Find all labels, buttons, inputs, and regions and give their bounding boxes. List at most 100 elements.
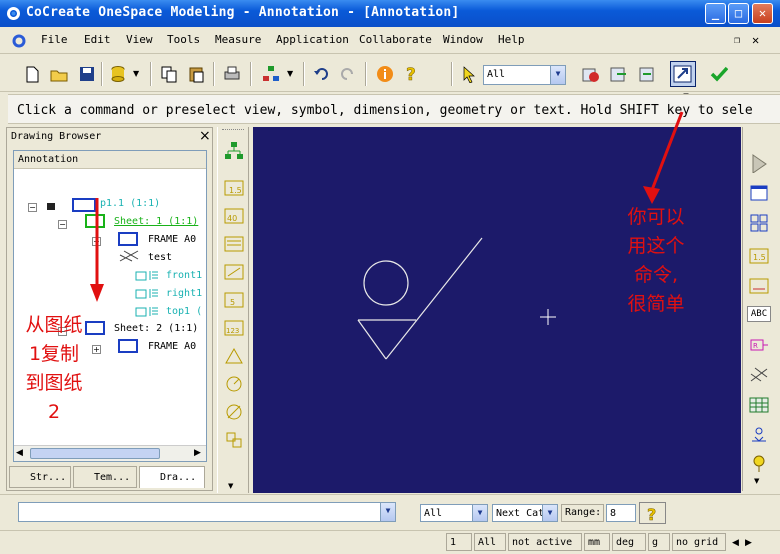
toolbar-more-icon[interactable]: ▼ xyxy=(228,482,233,490)
confirm-check-icon[interactable] xyxy=(710,65,728,83)
menu-view[interactable]: View xyxy=(126,33,153,46)
tab-structure[interactable]: Str... xyxy=(9,466,71,488)
tab-drawing[interactable]: Dra... xyxy=(139,466,205,488)
menu-window[interactable]: Window xyxy=(443,33,483,46)
close-doc-icon[interactable]: ✕ xyxy=(752,33,759,47)
right-toolbar-more-icon[interactable]: ▼ xyxy=(754,477,759,485)
align-view-icon[interactable] xyxy=(638,65,656,83)
selection-filter-dropdown-icon[interactable]: ▼ xyxy=(472,505,487,521)
app-gear-icon[interactable] xyxy=(6,6,21,21)
sheet-new-icon[interactable] xyxy=(749,183,769,203)
expander-sheet1[interactable]: − xyxy=(58,220,67,229)
status-unit-length[interactable]: mm xyxy=(584,533,610,551)
menu-tools[interactable]: Tools xyxy=(167,33,200,46)
new-file-icon[interactable] xyxy=(23,65,41,83)
sketch-line-left[interactable] xyxy=(357,319,387,360)
paste-icon[interactable] xyxy=(187,65,205,83)
status-scroll-left-icon[interactable]: ◀ xyxy=(732,538,739,548)
filter-select[interactable]: All ▼ xyxy=(483,65,566,85)
menu-measure[interactable]: Measure xyxy=(215,33,261,46)
next-category-select[interactable]: Next Cat ▼ xyxy=(492,504,558,522)
print-icon[interactable] xyxy=(223,65,241,83)
info-icon[interactable] xyxy=(376,65,394,83)
toolbar-grip[interactable] xyxy=(222,129,244,132)
tree-scroll-thumb[interactable] xyxy=(30,448,160,459)
tree-node-frame2[interactable]: FRAME A0 xyxy=(148,341,196,352)
database-dropdown-icon[interactable]: ▼ xyxy=(133,69,139,78)
scroll-left-icon[interactable]: ◀ xyxy=(16,448,23,458)
database-icon[interactable] xyxy=(109,65,127,83)
hatch-tool-icon[interactable] xyxy=(749,365,769,385)
menu-file[interactable]: File xyxy=(41,33,68,46)
restore-doc-icon[interactable]: ❐ xyxy=(734,35,740,46)
undo-icon[interactable] xyxy=(312,65,330,83)
command-dropdown-icon[interactable]: ▼ xyxy=(380,503,395,521)
dim-angle-icon[interactable] xyxy=(224,345,244,365)
status-grid[interactable]: no grid xyxy=(672,533,726,551)
scroll-right-icon[interactable]: ▶ xyxy=(194,448,201,458)
datum-target-icon[interactable] xyxy=(749,453,769,473)
help-icon[interactable]: ? xyxy=(403,65,421,83)
dim-diameter-icon[interactable] xyxy=(224,401,244,421)
symbol-icon[interactable]: R xyxy=(749,335,769,355)
text-abc-button[interactable]: ABC xyxy=(747,306,771,322)
tree-node-frame1[interactable]: FRAME A0 xyxy=(148,234,196,245)
move-view-icon[interactable] xyxy=(610,65,628,83)
menu-help[interactable]: Help xyxy=(498,33,525,46)
tree-node-top[interactable]: top1 ( xyxy=(166,306,202,317)
next-category-dropdown-icon[interactable]: ▼ xyxy=(542,505,557,521)
status-unit-mass[interactable]: g xyxy=(648,533,670,551)
open-folder-icon[interactable] xyxy=(50,65,68,83)
sketch-line-diagonal[interactable] xyxy=(385,237,483,360)
range-input[interactable]: 8 xyxy=(606,504,636,522)
dimension-icon[interactable]: 1.5 xyxy=(749,245,769,265)
dim-radius-icon[interactable] xyxy=(224,373,244,393)
dimension-edit-icon[interactable] xyxy=(749,275,769,295)
tree-node-right[interactable]: right1 xyxy=(166,288,202,299)
dim-baseline-icon[interactable]: 5 xyxy=(224,289,244,309)
save-icon[interactable] xyxy=(78,65,96,83)
maximize-button[interactable]: □ xyxy=(728,3,749,24)
copy-icon[interactable] xyxy=(160,65,178,83)
crosshair-cursor xyxy=(540,309,556,325)
menu-edit[interactable]: Edit xyxy=(84,33,111,46)
tree-node-sheet1[interactable]: Sheet: 1 (1:1) xyxy=(114,216,198,227)
structure-dropdown-icon[interactable]: ▼ xyxy=(287,69,293,78)
structure-tool-icon[interactable] xyxy=(262,65,280,83)
copy-view-icon[interactable] xyxy=(582,65,600,83)
tab-template[interactable]: Tem... xyxy=(73,466,137,488)
status-unit-angle[interactable]: deg xyxy=(612,533,646,551)
chevron-down-icon[interactable]: ▼ xyxy=(550,66,565,84)
tree-node-front[interactable]: front1 xyxy=(166,270,202,281)
dim-coordinate-icon[interactable] xyxy=(224,429,244,449)
doc-gear-icon[interactable] xyxy=(12,34,26,48)
view-grid-icon[interactable] xyxy=(749,213,769,233)
dim-chain-icon[interactable] xyxy=(224,233,244,253)
tree-hscrollbar[interactable]: ◀ ▶ xyxy=(14,445,206,461)
dim-parallel-icon[interactable] xyxy=(224,261,244,281)
tree-node-test[interactable]: test xyxy=(148,252,172,263)
selection-filter-select[interactable]: All ▼ xyxy=(420,504,488,522)
weld-symbol-icon[interactable] xyxy=(749,425,769,445)
expander-root[interactable]: − xyxy=(28,203,37,212)
copy-sheet-button[interactable] xyxy=(670,61,696,87)
redo-icon[interactable] xyxy=(339,65,357,83)
close-button[interactable]: ✕ xyxy=(752,3,773,24)
command-input[interactable]: ▼ xyxy=(18,502,396,522)
menu-application[interactable]: Application xyxy=(276,33,349,46)
range-help-button[interactable]: ? xyxy=(639,502,666,524)
tree-node-sheet2[interactable]: Sheet: 2 (1:1) xyxy=(114,323,198,334)
browser-close-icon[interactable]: × xyxy=(199,128,211,144)
tree-node-root[interactable]: p1.1 (1:1) xyxy=(100,198,160,209)
dim-vertical-icon[interactable]: 40 xyxy=(224,205,244,225)
select-arrow-icon[interactable] xyxy=(460,65,478,83)
minimize-button[interactable]: _ xyxy=(705,3,726,24)
tree-tool-icon[interactable] xyxy=(224,141,244,161)
status-scroll-right-icon[interactable]: ▶ xyxy=(745,538,752,548)
menu-collaborate[interactable]: Collaborate xyxy=(359,33,432,46)
table-icon[interactable] xyxy=(749,395,769,415)
dim-horizontal-icon[interactable]: 1.5 xyxy=(224,177,244,197)
dim-ordinate-icon[interactable]: 123 xyxy=(224,317,244,337)
sketch-circle[interactable] xyxy=(363,260,409,306)
play-icon[interactable] xyxy=(749,153,769,173)
